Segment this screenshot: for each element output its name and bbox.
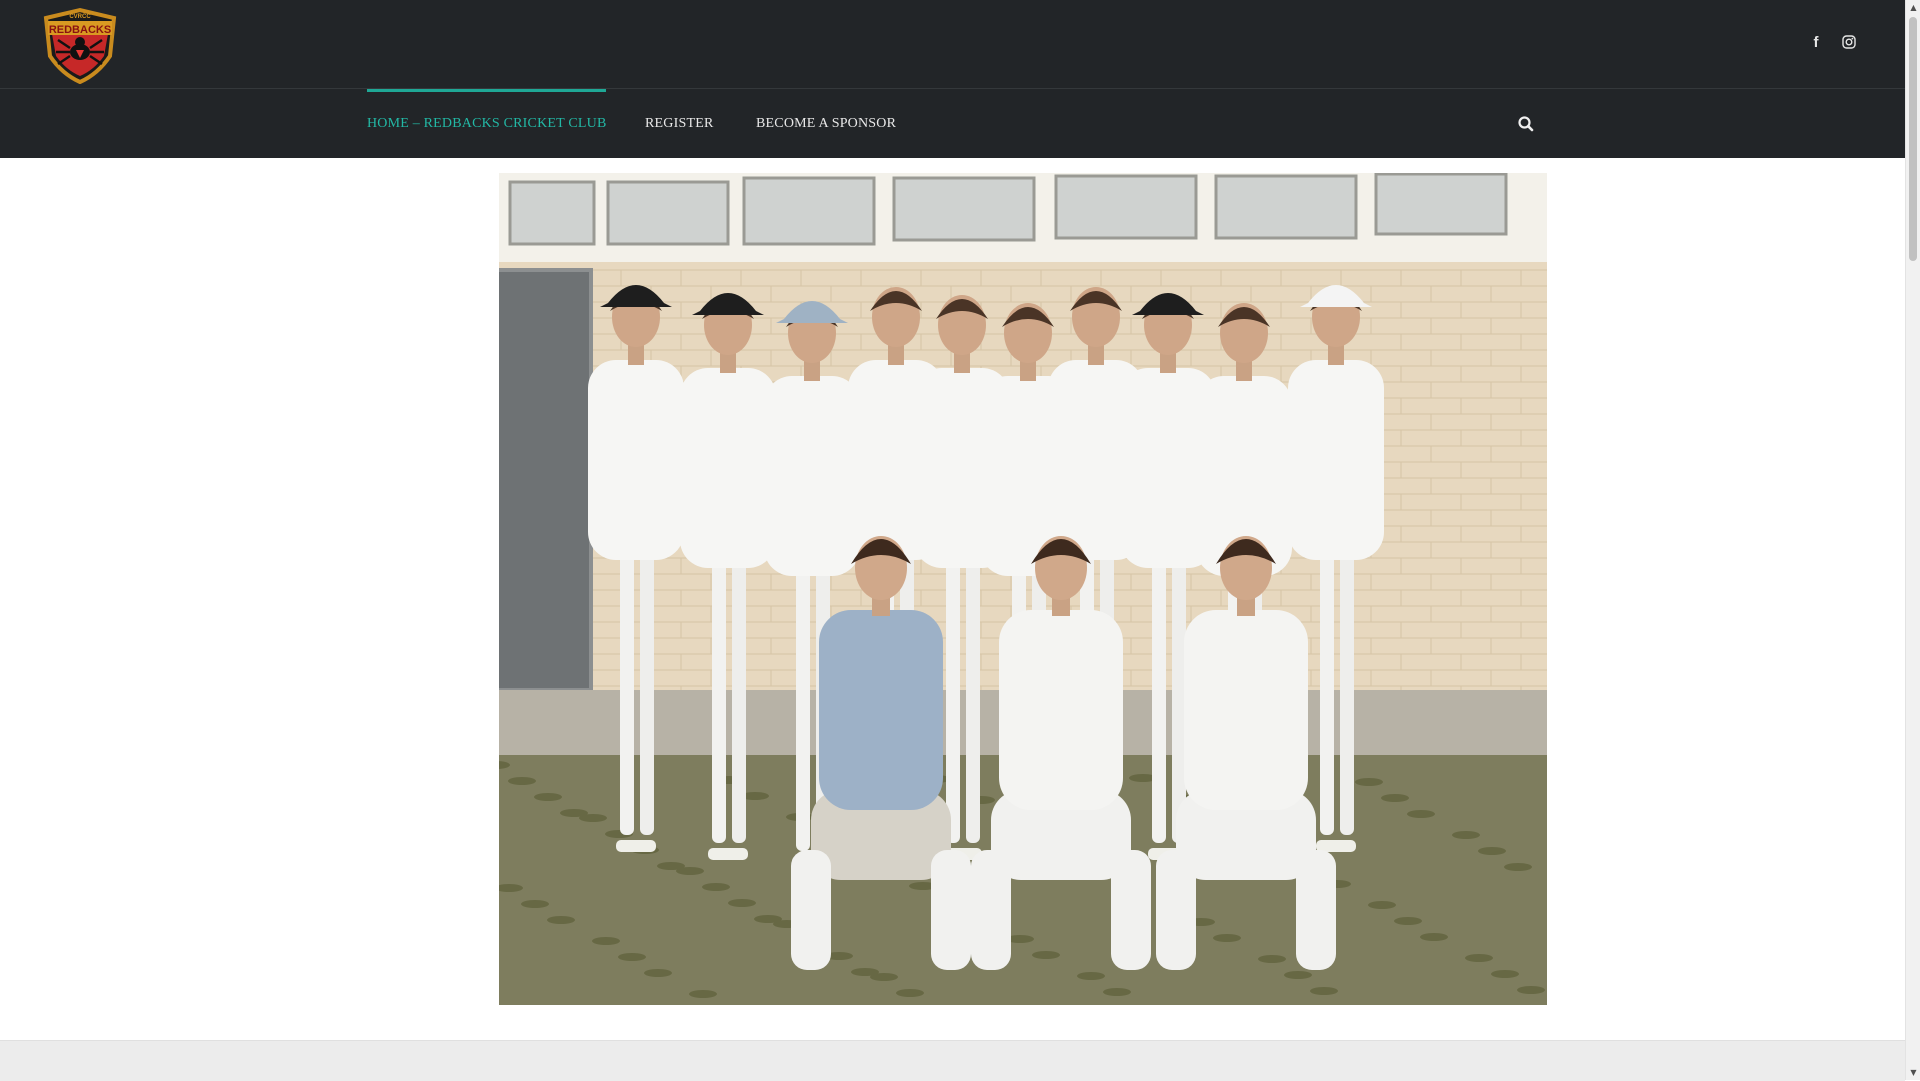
nav-item-register[interactable]: REGISTER (645, 89, 714, 158)
instagram-icon (1842, 35, 1856, 49)
instagram-link[interactable] (1838, 30, 1860, 54)
footer-strip (0, 1040, 1905, 1081)
nav-item-become-a-sponsor[interactable]: BECOME A SPONSOR (756, 89, 896, 158)
scroll-down-arrow[interactable]: ▼ (1906, 1065, 1920, 1080)
team-photo-image (496, 170, 1550, 1008)
logo-text: REDBACKS (49, 24, 111, 36)
search-button[interactable] (1516, 114, 1536, 134)
redbacks-logo-icon: REDBACKS CVRCC (43, 7, 117, 85)
site-logo[interactable]: REDBACKS CVRCC (38, 4, 122, 85)
nav-item-home[interactable]: HOME – REDBACKS CRICKET CLUB (367, 89, 607, 161)
scroll-up-arrow[interactable]: ▲ (1906, 0, 1920, 15)
main-navigation: HOME – REDBACKS CRICKET CLUB REGISTER BE… (0, 88, 1905, 158)
search-icon (1518, 116, 1534, 132)
scroll-thumb[interactable] (1909, 17, 1917, 261)
top-bar: REDBACKS CVRCC f (0, 0, 1905, 88)
logo-subtext: CVRCC (69, 14, 91, 20)
facebook-icon: f (1813, 33, 1819, 51)
facebook-link[interactable]: f (1805, 30, 1827, 54)
page: REDBACKS CVRCC f HOME – REDBACKS CRICKET… (0, 0, 1905, 1081)
page-scrollbar[interactable]: ▲ ▼ (1905, 0, 1920, 1080)
team-photo (496, 170, 1550, 1008)
